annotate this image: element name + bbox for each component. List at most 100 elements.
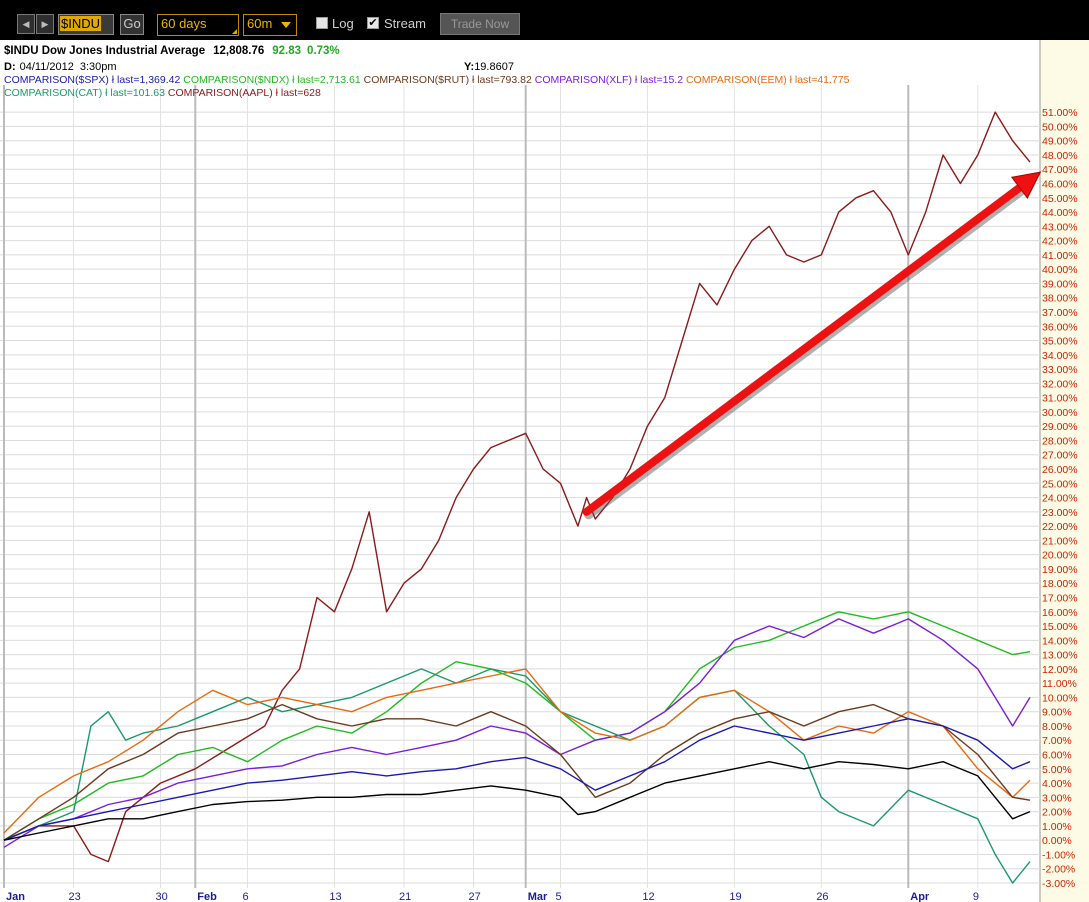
x-tick-label: 6 <box>242 891 248 902</box>
svg-text:$INDU Dow Jones Industrial Ave: $INDU Dow Jones Industrial Average 12,808… <box>4 45 340 57</box>
y-tick-label: 48.00% <box>1042 150 1078 162</box>
x-tick-label: 21 <box>399 891 411 902</box>
y-tick-label: 5.00% <box>1042 764 1072 776</box>
interval-value: 60m <box>247 16 273 31</box>
x-tick-label: 27 <box>469 891 481 902</box>
y-tick-label: 15.00% <box>1042 621 1078 633</box>
y-tick-label: 2.00% <box>1042 807 1072 819</box>
x-tick-label: 5 <box>555 891 561 902</box>
y-tick-label: 7.00% <box>1042 735 1072 747</box>
y-tick-label: 28.00% <box>1042 435 1078 447</box>
y-tick-label: 32.00% <box>1042 378 1078 390</box>
period-input[interactable]: 60 days <box>157 14 239 36</box>
y-tick-label: 17.00% <box>1042 592 1078 604</box>
trade-now-button[interactable]: Trade Now <box>440 13 520 35</box>
cursor-time: 3:30pm <box>80 61 117 73</box>
y-tick-label: 35.00% <box>1042 336 1078 348</box>
comparison-chart[interactable]: 51.00%50.00%49.00%48.00%47.00%46.00%45.0… <box>0 40 1089 902</box>
legend-item: COMPARISON(CAT) ł last=101.63 <box>4 87 168 99</box>
y-tick-label: 21.00% <box>1042 535 1078 547</box>
go-button[interactable]: Go <box>120 14 144 35</box>
y-tick-label: 43.00% <box>1042 221 1078 233</box>
cursor-date-label: D: <box>4 61 16 73</box>
y-tick-label: 20.00% <box>1042 550 1078 562</box>
x-tick-label: Mar <box>528 891 548 902</box>
legend-item: COMPARISON($RUT) ł last=793.82 <box>364 74 535 86</box>
legend-item: COMPARISON($SPX) ł last=1,369.42 <box>4 74 183 86</box>
last-price: 12,808.76 <box>213 45 264 57</box>
y-tick-label: 46.00% <box>1042 179 1078 191</box>
y-tick-label: 13.00% <box>1042 650 1078 662</box>
y-tick-label: 37.00% <box>1042 307 1078 319</box>
y-tick-label: 25.00% <box>1042 478 1078 490</box>
y-tick-label: -1.00% <box>1042 849 1075 861</box>
y-tick-label: 27.00% <box>1042 450 1078 462</box>
chart-window: ◀ ▶ $INDU Go 60 days 60m Log ✔ Stream Tr… <box>0 0 1089 902</box>
y-tick-label: 0.00% <box>1042 835 1072 847</box>
y-tick-label: 26.00% <box>1042 464 1078 476</box>
legend-item: COMPARISON(EEM) ł last=41.775 <box>686 74 850 86</box>
y-tick-label: 3.00% <box>1042 792 1072 804</box>
x-tick-label: 30 <box>156 891 168 902</box>
cursor-y-value: 19.8607 <box>474 61 514 73</box>
y-tick-label: 30.00% <box>1042 407 1078 419</box>
y-tick-label: 23.00% <box>1042 507 1078 519</box>
pct-change: 0.73% <box>307 45 340 57</box>
y-tick-label: 33.00% <box>1042 364 1078 376</box>
stream-label: Stream <box>384 16 426 31</box>
legend-row: COMPARISON($SPX) ł last=1,369.42 COMPARI… <box>4 74 850 86</box>
svg-text:Y:19.8607: Y:19.8607 <box>464 61 514 73</box>
legend-item: COMPARISON(AAPL) ł last=628 <box>168 87 321 99</box>
x-tick-label: 9 <box>973 891 979 902</box>
y-tick-label: 19.00% <box>1042 564 1078 576</box>
chart-title: $INDU Dow Jones Industrial Average <box>4 45 205 57</box>
x-tick-label: Apr <box>910 891 930 902</box>
y-tick-label: 11.00% <box>1042 678 1077 690</box>
symbol-input[interactable]: $INDU <box>58 14 114 35</box>
x-tick-label: 13 <box>329 891 341 902</box>
back-icon[interactable]: ◀ <box>17 14 35 34</box>
stream-checkbox[interactable]: ✔ <box>367 17 379 29</box>
toolbar: ◀ ▶ $INDU Go 60 days 60m Log ✔ Stream Tr… <box>0 6 1089 40</box>
y-tick-label: 8.00% <box>1042 721 1072 733</box>
symbol-value: $INDU <box>60 16 102 31</box>
forward-icon[interactable]: ▶ <box>36 14 54 34</box>
y-tick-label: 45.00% <box>1042 193 1078 205</box>
y-tick-label: 51.00% <box>1042 107 1078 119</box>
x-tick-label: 12 <box>642 891 654 902</box>
cursor-y-label: Y: <box>464 61 474 73</box>
y-tick-label: 40.00% <box>1042 264 1078 276</box>
x-tick-label: 19 <box>729 891 741 902</box>
x-tick-label: 26 <box>816 891 828 902</box>
net-change: 92.83 <box>272 45 301 57</box>
log-checkbox[interactable] <box>316 17 328 29</box>
legend-row: COMPARISON(CAT) ł last=101.63 COMPARISON… <box>4 87 321 99</box>
svg-text:D:04/11/20123:30pm: D: 04/11/2012 3:30pm <box>4 61 117 73</box>
y-tick-label: 4.00% <box>1042 778 1072 790</box>
y-tick-label: 47.00% <box>1042 164 1078 176</box>
x-tick-label: Jan <box>6 891 25 902</box>
y-tick-label: 34.00% <box>1042 350 1078 362</box>
y-tick-label: 6.00% <box>1042 750 1072 762</box>
y-tick-label: 38.00% <box>1042 293 1078 305</box>
x-tick-label: 23 <box>69 891 81 902</box>
y-tick-label: 12.00% <box>1042 664 1078 676</box>
cursor-date: 04/11/2012 <box>20 61 74 73</box>
legend-item: COMPARISON($NDX) ł last=2,713.61 <box>183 74 363 86</box>
y-tick-label: 22.00% <box>1042 521 1078 533</box>
y-tick-label: 29.00% <box>1042 421 1078 433</box>
y-tick-label: 10.00% <box>1042 692 1078 704</box>
y-tick-label: 49.00% <box>1042 136 1078 148</box>
y-tick-label: 14.00% <box>1042 635 1078 647</box>
y-tick-label: -2.00% <box>1042 864 1075 876</box>
chevron-down-icon <box>281 22 291 28</box>
x-tick-label: Feb <box>197 891 217 902</box>
y-tick-label: 31.00% <box>1042 393 1078 405</box>
y-tick-label: 24.00% <box>1042 493 1078 505</box>
y-tick-label: 50.00% <box>1042 121 1078 133</box>
legend-item: COMPARISON(XLF) ł last=15.2 <box>535 74 686 86</box>
y-tick-label: 44.00% <box>1042 207 1078 219</box>
y-tick-label: 36.00% <box>1042 321 1078 333</box>
y-tick-label: 41.00% <box>1042 250 1078 262</box>
interval-select[interactable]: 60m <box>243 14 297 36</box>
